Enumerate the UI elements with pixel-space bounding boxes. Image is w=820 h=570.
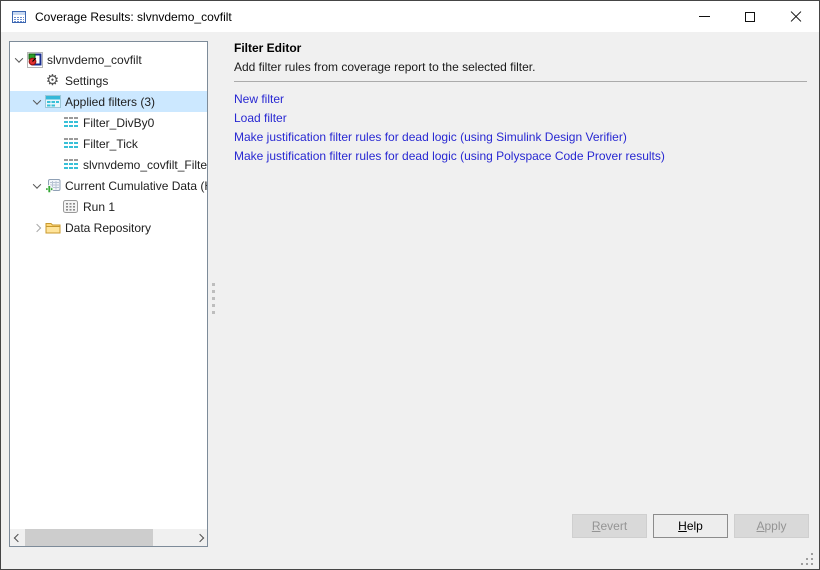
folder-icon bbox=[44, 220, 61, 236]
load-filter-link[interactable]: Load filter bbox=[234, 109, 665, 128]
tree-item-label: Run 1 bbox=[83, 200, 115, 214]
tree-item-data-repository[interactable]: Data Repository bbox=[10, 217, 207, 238]
tree-item-label: slvnvdemo_covfilt bbox=[47, 53, 142, 67]
gear-icon: ⚙ bbox=[44, 73, 61, 89]
filter-editor-description: Add filter rules from coverage report to… bbox=[234, 60, 535, 74]
chevron-down-icon[interactable] bbox=[30, 179, 44, 193]
tree-item-slvnvdemo-covfilt[interactable]: slvnvdemo_covfilt bbox=[10, 49, 207, 70]
tree-item-applied-filters[interactable]: Applied filters (3) bbox=[10, 91, 207, 112]
page-title: Filter Editor bbox=[234, 41, 301, 55]
close-icon bbox=[790, 11, 802, 23]
help-button[interactable]: Help bbox=[653, 514, 728, 538]
new-filter-link[interactable]: New filter bbox=[234, 90, 665, 109]
chevron-empty bbox=[48, 116, 62, 130]
chevron-down-icon[interactable] bbox=[12, 53, 26, 67]
filter-icon bbox=[62, 115, 79, 131]
simulink-model-icon bbox=[26, 52, 43, 68]
tree-item-label: Applied filters (3) bbox=[65, 95, 155, 109]
chevron-right-icon[interactable] bbox=[30, 221, 44, 235]
chevron-down-icon[interactable] bbox=[30, 95, 44, 109]
make-justification-polyspace-link[interactable]: Make justification filter rules for dead… bbox=[234, 147, 665, 166]
tree-item-label: Filter_Tick bbox=[83, 137, 138, 151]
chevron-empty bbox=[48, 158, 62, 172]
scroll-right-icon bbox=[195, 533, 203, 541]
tree-item-current-cumulative-data[interactable]: Current Cumulative Data (H) bbox=[10, 175, 207, 196]
coverage-table-icon bbox=[11, 9, 27, 25]
tree-item-label: Filter_DivBy0 bbox=[83, 116, 154, 130]
scroll-left-icon bbox=[13, 533, 21, 541]
scroll-left-button[interactable] bbox=[10, 529, 25, 546]
minimize-icon bbox=[699, 16, 710, 17]
revert-button[interactable]: Revert bbox=[572, 514, 647, 538]
filter-actions: New filter Load filter Make justificatio… bbox=[234, 90, 665, 166]
run-icon bbox=[62, 199, 79, 215]
tree-item-filter-tick[interactable]: Filter_Tick bbox=[10, 133, 207, 154]
results-tree-panel: slvnvdemo_covfilt ⚙ Settings bbox=[9, 41, 208, 547]
chevron-empty bbox=[30, 74, 44, 88]
apply-button[interactable]: Apply bbox=[734, 514, 809, 538]
tree-item-label: Settings bbox=[65, 74, 108, 88]
tree-item-filter-divby0[interactable]: Filter_DivBy0 bbox=[10, 112, 207, 133]
chevron-empty bbox=[48, 200, 62, 214]
separator bbox=[234, 81, 807, 82]
sidebar-splitter[interactable] bbox=[209, 279, 217, 323]
maximize-button[interactable] bbox=[727, 1, 773, 32]
tree-item-label: Current Cumulative Data (H) bbox=[65, 179, 207, 193]
scroll-right-button[interactable] bbox=[192, 529, 207, 546]
coverage-results-window: Coverage Results: slvnvdemo_covfilt bbox=[0, 0, 820, 570]
make-justification-sldv-link[interactable]: Make justification filter rules for dead… bbox=[234, 128, 665, 147]
horizontal-scrollbar[interactable] bbox=[10, 529, 207, 546]
tree-item-label: Data Repository bbox=[65, 221, 151, 235]
applied-filters-icon bbox=[44, 94, 61, 110]
tree-item-settings[interactable]: ⚙ Settings bbox=[10, 70, 207, 91]
scrollbar-thumb[interactable] bbox=[25, 529, 153, 546]
results-tree: slvnvdemo_covfilt ⚙ Settings bbox=[10, 49, 207, 238]
close-button[interactable] bbox=[773, 1, 819, 32]
filter-icon bbox=[62, 136, 79, 152]
window-title: Coverage Results: slvnvdemo_covfilt bbox=[35, 10, 232, 24]
titlebar: Coverage Results: slvnvdemo_covfilt bbox=[1, 1, 819, 32]
tree-item-label: slvnvdemo_covfilt_Filter bbox=[83, 158, 207, 172]
filter-icon bbox=[62, 157, 79, 173]
resize-grip-icon[interactable] bbox=[796, 550, 814, 566]
chevron-empty bbox=[48, 137, 62, 151]
tree-item-slvnvdemo-covfilt-filter[interactable]: slvnvdemo_covfilt_Filter bbox=[10, 154, 207, 175]
minimize-button[interactable] bbox=[681, 1, 727, 32]
cumulative-data-icon bbox=[44, 178, 61, 194]
maximize-icon bbox=[745, 12, 755, 22]
tree-item-run-1[interactable]: Run 1 bbox=[10, 196, 207, 217]
